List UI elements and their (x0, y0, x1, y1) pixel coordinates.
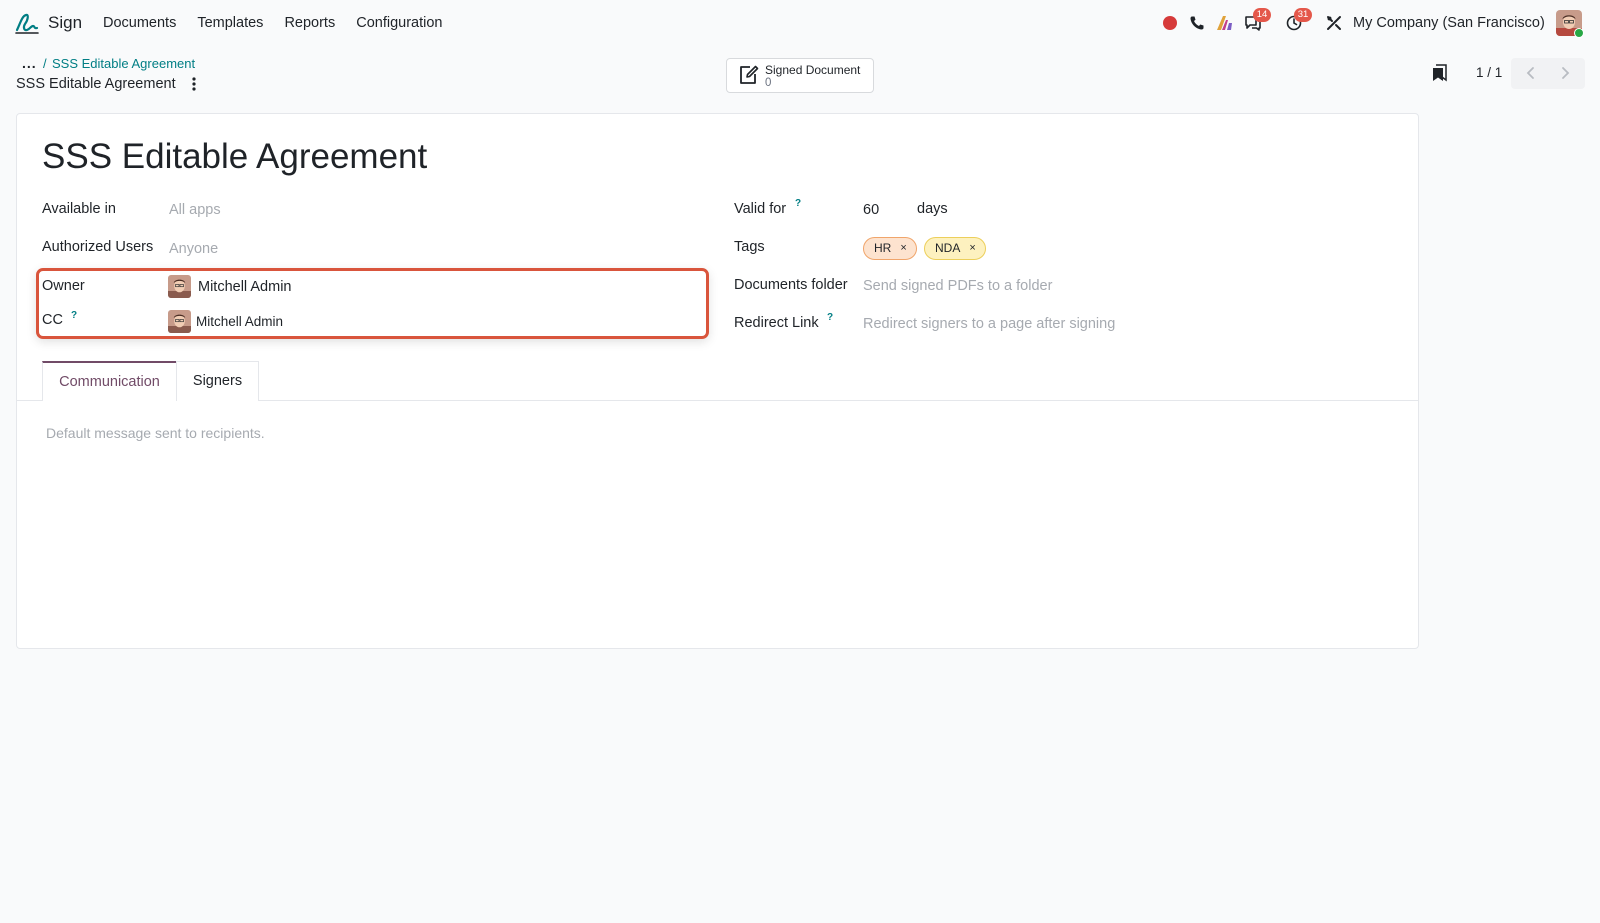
owner-cc-highlight (36, 268, 709, 339)
ai-icon[interactable] (1215, 13, 1235, 33)
valid-for-help-tooltip[interactable]: ? (795, 198, 801, 209)
signed-document-smart-button[interactable]: Signed Document 0 (726, 58, 874, 93)
owner-avatar (168, 275, 191, 298)
tag-name: HR (874, 241, 892, 255)
owner-label: Owner (42, 278, 85, 294)
online-status-dot (1574, 28, 1584, 38)
tools-icon[interactable] (1324, 13, 1344, 33)
app-name[interactable]: Sign (48, 13, 82, 33)
available-in-field[interactable]: All apps (169, 202, 221, 218)
pager-value[interactable]: 1 / 1 (1476, 65, 1502, 80)
breadcrumb-parent-link[interactable]: SSS Editable Agreement (52, 56, 195, 71)
smart-button-label: Signed Document (765, 63, 861, 77)
documents-folder-field[interactable]: Send signed PDFs to a folder (863, 278, 1052, 294)
tag-name: NDA (935, 241, 961, 255)
bookmark-icon[interactable] (1432, 64, 1448, 82)
tag-hr[interactable]: HR × (863, 237, 917, 260)
clock-icon[interactable]: 31 (1284, 8, 1312, 33)
owner-field[interactable]: Mitchell Admin (198, 279, 291, 295)
template-title[interactable]: SSS Editable Agreement (42, 137, 427, 177)
valid-for-unit: days (917, 201, 948, 217)
cc-field[interactable]: Mitchell Admin (196, 314, 283, 329)
record-icon[interactable] (1160, 13, 1180, 33)
breadcrumb-collapsed-dots[interactable]: ... (22, 55, 37, 71)
company-switcher[interactable]: My Company (San Francisco) (1353, 15, 1545, 31)
tab-communication[interactable]: Communication (42, 361, 177, 401)
smart-button-count: 0 (765, 77, 772, 89)
tab-signers[interactable]: Signers (176, 361, 259, 401)
available-in-label: Available in (42, 201, 116, 217)
pager-buttons (1511, 58, 1585, 89)
sign-app-logo-icon[interactable] (14, 10, 40, 36)
top-navbar: Sign Documents Templates Reports Configu… (0, 0, 1600, 46)
redirect-link-help-tooltip[interactable]: ? (827, 312, 833, 323)
tags-label: Tags (734, 239, 765, 255)
activities-badge: 31 (1294, 8, 1312, 22)
redirect-link-label: Redirect Link (734, 315, 819, 331)
phone-icon[interactable] (1187, 13, 1207, 33)
tag-remove-icon[interactable]: × (969, 238, 975, 259)
documents-folder-label: Documents folder (734, 277, 848, 293)
valid-for-label: Valid for (734, 201, 787, 217)
breadcrumb-current: SSS Editable Agreement (16, 76, 176, 92)
edit-document-icon (740, 65, 759, 84)
breadcrumb-separator: / (43, 56, 47, 71)
redirect-link-field[interactable]: Redirect signers to a page after signing (863, 316, 1115, 332)
menu-item-reports[interactable]: Reports (284, 15, 335, 31)
chevron-left-icon[interactable] (1523, 65, 1539, 81)
chat-icon[interactable]: 14 (1243, 8, 1271, 33)
valid-for-field[interactable]: 60 (863, 202, 879, 218)
tag-remove-icon[interactable]: × (900, 238, 906, 259)
chevron-right-icon[interactable] (1557, 65, 1573, 81)
cc-label: CC (42, 312, 63, 328)
actions-menu-icon[interactable] (188, 76, 200, 92)
cc-help-tooltip[interactable]: ? (71, 310, 77, 321)
authorized-users-field[interactable]: Anyone (169, 241, 218, 257)
messages-badge: 14 (1253, 8, 1271, 22)
tag-nda[interactable]: NDA × (924, 237, 986, 260)
authorized-users-label: Authorized Users (42, 239, 154, 255)
menu-item-documents[interactable]: Documents (103, 15, 176, 31)
main-menu: Documents Templates Reports Configuratio… (103, 15, 463, 31)
default-message-field[interactable]: Default message sent to recipients. (46, 425, 265, 441)
cc-avatar (168, 310, 191, 333)
menu-item-templates[interactable]: Templates (197, 15, 263, 31)
menu-item-configuration[interactable]: Configuration (356, 15, 442, 31)
